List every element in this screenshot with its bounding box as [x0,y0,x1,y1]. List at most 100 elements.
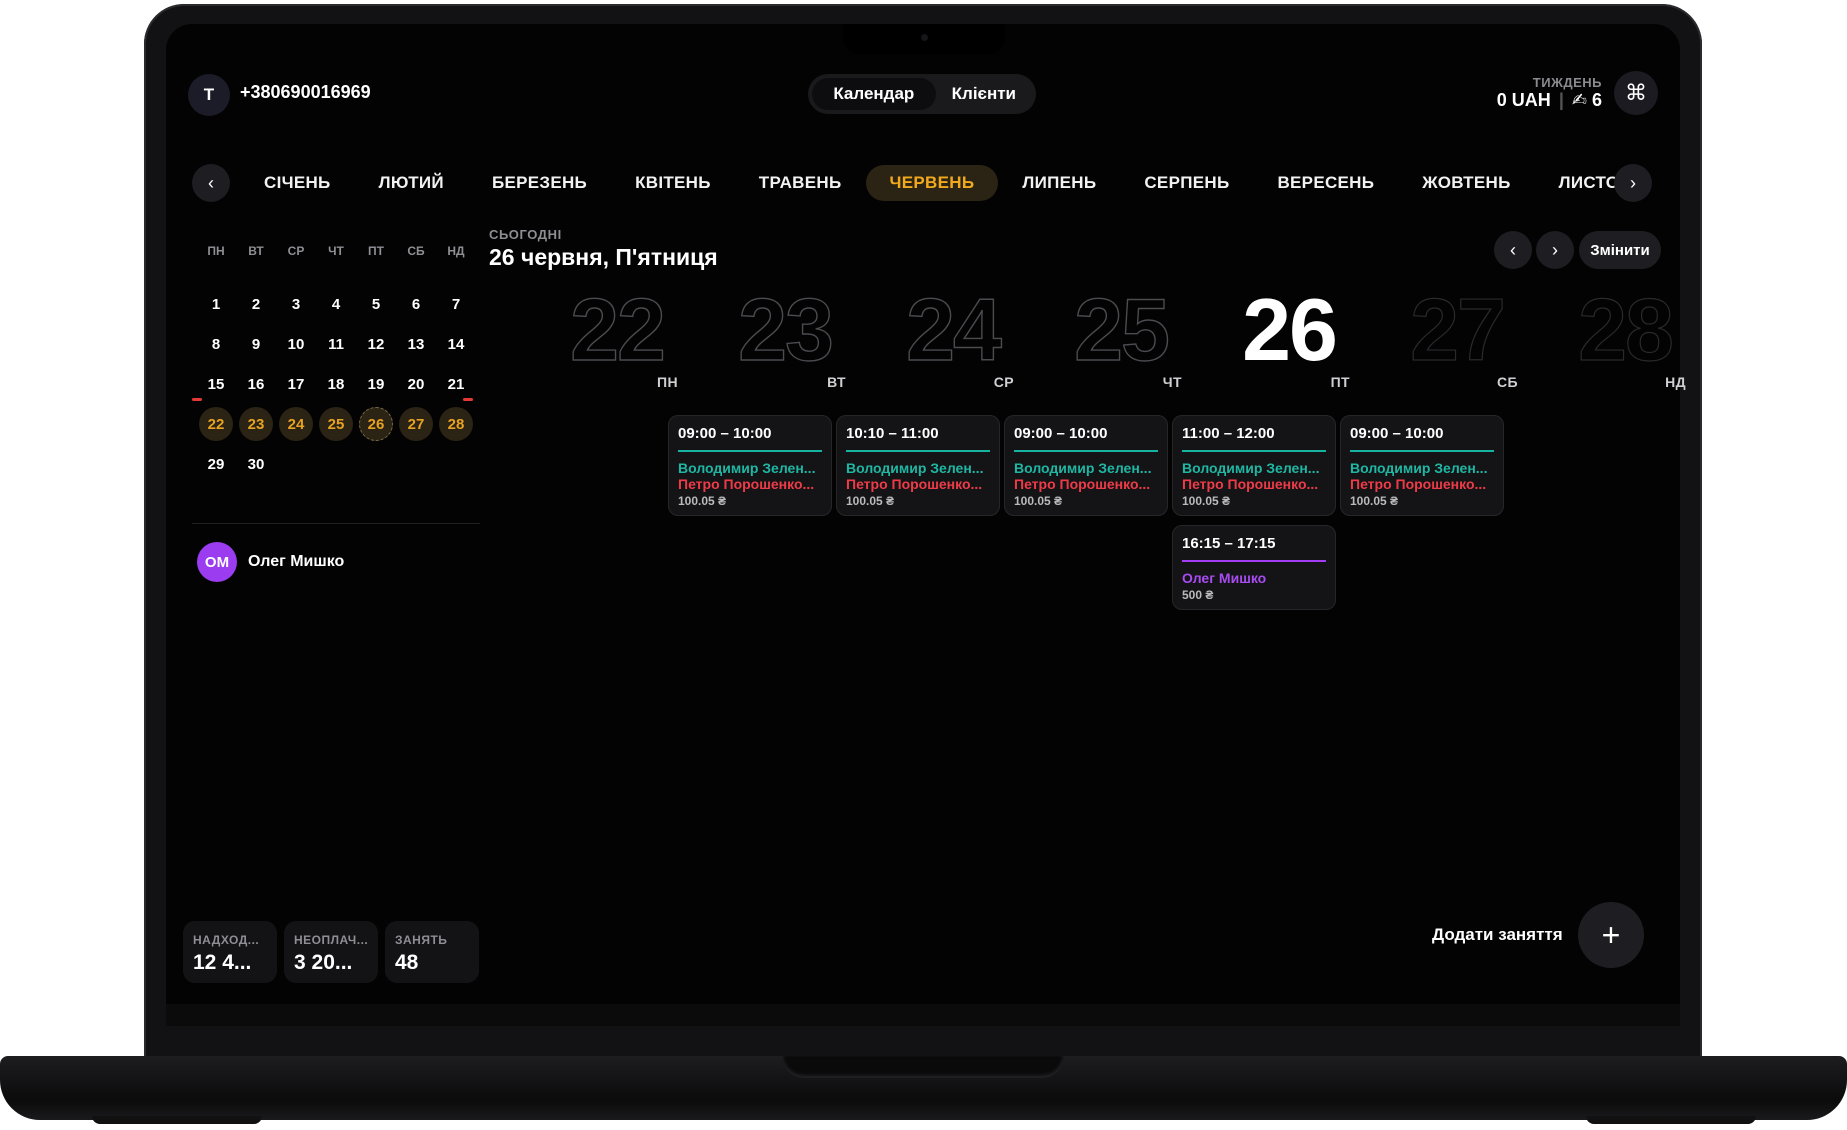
appointment-student: Петро Порошенко... [1014,476,1151,492]
week-prev-button[interactable]: ‹ [1494,231,1532,269]
month-item[interactable]: СЕРПЕНЬ [1120,165,1253,201]
calendar-day-number: 30 [247,455,265,473]
day-name: ПТ [1330,374,1350,390]
month-item[interactable]: ВЕРЕСЕНЬ [1253,165,1398,201]
week-summary-label: ТИЖДЕНЬ [1532,75,1602,90]
calendar-day[interactable]: 6 [396,284,436,324]
calendar-day[interactable]: 23 [236,404,276,444]
month-item[interactable]: ЧЕРВЕНЬ [865,165,999,201]
laptop-base [0,1056,1847,1120]
add-lesson-button[interactable]: + [1578,902,1644,968]
calendar-day[interactable]: 26 [356,404,396,444]
month-item[interactable]: ТРАВЕНЬ [735,165,866,201]
calendar-day[interactable]: 12 [356,324,396,364]
day-column-header[interactable]: 27 СБ [1350,283,1518,394]
calendar-day[interactable]: 15 [196,364,236,404]
calendar-day-number: 25 [319,407,353,441]
calendar-day[interactable]: 24 [276,404,316,444]
calendar-day-number: 3 [291,295,301,313]
appointment-card[interactable]: 16:15 – 17:15 Олег Мишко 500 ₴ [1172,525,1336,610]
calendar-day[interactable]: 2 [236,284,276,324]
calendar-day[interactable]: 30 [236,444,276,484]
day-name: СР [993,374,1014,390]
calendar-day[interactable]: 4 [316,284,356,324]
chevron-right-icon: › [1630,172,1636,193]
appointment-teacher: Володимир Зелен... [846,460,984,476]
calendar-empty-cell [356,444,396,484]
calendar-day-number: 2 [251,295,261,313]
calendar-day[interactable]: 7 [436,284,476,324]
camera-icon [921,34,928,41]
calendar-day[interactable]: 9 [236,324,276,364]
today-label: СЬОГОДНІ [489,227,562,242]
calendar-day[interactable]: 17 [276,364,316,404]
stat-label: ЗАНЯТЬ [395,933,448,947]
mini-calendar-weekdays: ПН ВТ СР ЧТ ПТ СБ НД [196,244,476,258]
calendar-day[interactable]: 20 [396,364,436,404]
writing-hand-icon: ✍ [1571,90,1587,110]
appointment-card[interactable]: 10:10 – 11:00 Володимир Зелен... Петро Пор… [836,415,1000,516]
calendar-empty-cell [436,444,476,484]
months-next-button[interactable]: › [1614,164,1652,202]
appointment-teacher: Володимир Зелен... [1014,460,1152,476]
laptop-foot-left [92,1116,262,1124]
calendar-day[interactable]: 11 [316,324,356,364]
lid-groove [782,1056,1064,1078]
day-column-header[interactable]: 26 ПТ [1182,284,1350,394]
tab-calendar[interactable]: Календар [812,78,936,110]
week-separator: | [1558,90,1564,110]
calendar-day-number: 12 [367,335,385,353]
appointment-card[interactable]: 11:00 – 12:00 Володимир Зелен... Петро Пор… [1172,415,1336,516]
calendar-day[interactable]: 19 [356,364,396,404]
appointment-card[interactable]: 09:00 – 10:00 Володимир Зелен... Петро Пор… [668,415,832,516]
calendar-day[interactable]: 8 [196,324,236,364]
day-column-header[interactable]: 22 ПН [510,283,678,394]
month-item[interactable]: ЛЮТИЙ [355,165,468,201]
stat-value: 3 20... [294,951,353,974]
month-item[interactable]: ЖОВТЕНЬ [1398,165,1534,201]
month-item[interactable]: БЕРЕЗЕНЬ [468,165,611,201]
appointment-card[interactable]: 09:00 – 10:00 Володимир Зелен... Петро Пор… [1004,415,1168,516]
calendar-day[interactable]: 29 [196,444,236,484]
month-item[interactable]: ЛИСТОПАД [1535,165,1624,201]
view-switcher: Календар Клієнти [808,74,1036,114]
add-lesson-label[interactable]: Додати заняття [1432,925,1563,945]
day-column-header[interactable]: 23 ВТ [678,283,846,394]
day-number: 24 [905,280,1002,379]
command-menu-button[interactable]: ⌘ [1614,71,1658,115]
calendar-day-number: 9 [251,335,261,353]
change-button[interactable]: Змінити [1579,231,1661,269]
calendar-day[interactable]: 3 [276,284,316,324]
day-column-header[interactable]: 25 ЧТ [1014,283,1182,394]
calendar-day[interactable]: 5 [356,284,396,324]
week-next-button[interactable]: › [1536,231,1574,269]
day-column-header[interactable]: 24 СР [846,280,1014,394]
calendar-day[interactable]: 13 [396,324,436,364]
calendar-empty-cell [396,444,436,484]
calendar-day-number: 8 [211,335,221,353]
weekday-label: СР [287,244,305,258]
client-name[interactable]: Олег Мишко [248,553,344,571]
calendar-day[interactable]: 22 [196,404,236,444]
day-column-header[interactable]: 28 НД [1518,283,1686,394]
appointment-price: 100.05 ₴ [1350,494,1399,508]
day-name: ЧТ [1162,374,1182,390]
calendar-day[interactable]: 14 [436,324,476,364]
month-item[interactable]: СІЧЕНЬ [240,165,355,201]
week-marker-right [463,398,473,401]
appointment-teacher: Володимир Зелен... [1182,460,1320,476]
month-item[interactable]: ЛИПЕНЬ [998,165,1120,201]
appointment-card[interactable]: 09:00 – 10:00 Володимир Зелен... Петро Пор… [1340,415,1504,516]
calendar-day[interactable]: 18 [316,364,356,404]
months-prev-button[interactable]: ‹ [192,164,230,202]
calendar-day[interactable]: 27 [396,404,436,444]
user-avatar[interactable]: T [188,74,230,116]
calendar-day[interactable]: 28 [436,404,476,444]
client-avatar[interactable]: ОМ [197,542,237,582]
calendar-day[interactable]: 16 [236,364,276,404]
month-item[interactable]: КВІТЕНЬ [611,165,735,201]
calendar-day[interactable]: 1 [196,284,236,324]
calendar-day[interactable]: 10 [276,324,316,364]
tab-clients[interactable]: Клієнти [936,78,1032,110]
calendar-day[interactable]: 25 [316,404,356,444]
